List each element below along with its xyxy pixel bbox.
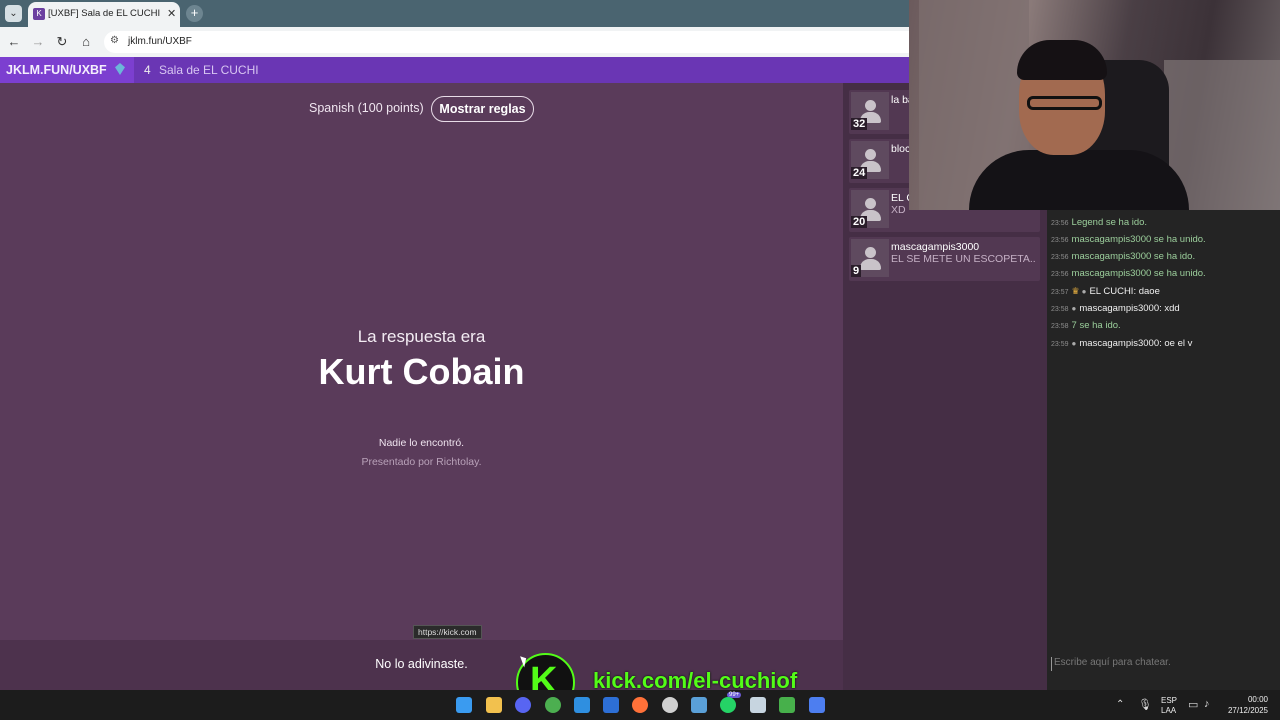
home-icon[interactable]: ⌂ <box>78 34 94 49</box>
whatsapp-icon[interactable] <box>720 697 736 713</box>
url-text[interactable]: jklm.fun/UXBF <box>128 36 192 47</box>
dictionary-label: Spanish (100 points) <box>309 101 424 115</box>
player-count: 4 <box>144 63 151 77</box>
address-bar[interactable]: ⚙ jklm.fun/UXBF <box>104 31 909 53</box>
keyboard-layout[interactable]: LAA <box>1161 706 1176 715</box>
user-icon: ● <box>1081 287 1087 296</box>
chrome-icon[interactable] <box>545 697 561 713</box>
answer-text: Kurt Cobain <box>318 351 525 392</box>
chat-message: 23:56 mascagampis3000 se ha unido. <box>1051 234 1206 245</box>
site-settings-icon[interactable]: ⚙ <box>110 35 119 46</box>
jklm-favicon-icon: K <box>33 8 45 20</box>
player-name: EL C <box>891 192 909 204</box>
chat-input[interactable]: Escribe aquí para chatear. <box>1051 657 1276 671</box>
network-icon[interactable]: ▭ <box>1188 698 1198 711</box>
chat-message: 23:57 ♛ ● EL CUCHI: daoe <box>1051 286 1160 297</box>
steam-icon[interactable] <box>750 697 766 713</box>
gem-icon <box>115 63 125 75</box>
obs-icon[interactable] <box>662 697 678 713</box>
chat-message: 23:56 Legend se ha ido. <box>1051 217 1148 228</box>
presented-by-text: Presentado por Richtolay. <box>361 456 482 468</box>
player-score: 9 <box>851 265 862 277</box>
back-icon[interactable]: ← <box>6 34 22 49</box>
game-panel: Spanish (100 points) Mostrar reglas La r… <box>0 83 843 640</box>
room-header: JKLM.FUN/UXBF 4 Sala de EL CUCHI <box>0 57 909 83</box>
chat-panel: 23:56 Legend se ha ido. 23:56 mascagampis3… <box>1047 210 1280 690</box>
chat-message: 23:56 mascagampis3000 se ha unido. <box>1051 268 1206 279</box>
browser-tab-strip: ⌄ K [UXBF] Sala de EL CUCHI ✕ + <box>0 0 909 27</box>
windows-taskbar: 99+ ⌃ 🎙 ESP LAA ▭ ♪ 00:00 27/12/2025 <box>0 690 1280 720</box>
user-icon: ● <box>1071 304 1077 313</box>
player-score: 20 <box>851 216 868 228</box>
terminal-icon[interactable] <box>779 697 795 713</box>
browser-toolbar: ← → ↻ ⌂ ⚙ jklm.fun/UXBF <box>0 27 909 57</box>
room-info: 4 Sala de EL CUCHI <box>134 57 909 83</box>
player-name: mascagampis3000 <box>891 241 980 253</box>
player-card[interactable]: 9 mascagampis3000 EL SE METE UN ESCOPETA… <box>849 237 1040 281</box>
room-code-link[interactable]: JKLM.FUN/UXBF <box>6 63 107 77</box>
discord-icon[interactable] <box>515 697 531 713</box>
show-rules-button[interactable]: Mostrar reglas <box>431 96 534 122</box>
player-last-message: EL SE METE UN ESCOPETA... <box>891 253 1036 265</box>
firefox-icon[interactable] <box>632 697 648 713</box>
virtualbox-icon[interactable] <box>603 697 619 713</box>
vscode-icon[interactable] <box>574 697 590 713</box>
link-tooltip: https://kick.com <box>413 625 482 639</box>
clock-time[interactable]: 00:00 <box>1226 695 1268 704</box>
room-name: Sala de EL CUCHI <box>159 63 259 77</box>
tray-chevron-icon[interactable]: ⌃ <box>1116 699 1124 710</box>
diamond-app-icon[interactable] <box>809 697 825 713</box>
volume-icon[interactable]: ♪ <box>1204 698 1210 710</box>
tab-close-icon[interactable]: ✕ <box>167 7 176 20</box>
nobody-found-text: Nadie lo encontró. <box>378 437 465 449</box>
chat-message: 23:59 ● mascagampis3000: oe el v <box>1051 338 1193 349</box>
reload-icon[interactable]: ↻ <box>54 34 70 50</box>
webcam-overlay <box>909 0 1280 210</box>
tab-title: [UXBF] Sala de EL CUCHI <box>48 8 161 19</box>
language-indicator[interactable]: ESP <box>1161 696 1177 705</box>
player-last-message: XD <box>891 204 906 216</box>
player-score: 32 <box>851 118 868 130</box>
player-name: la ba <box>891 94 909 106</box>
player-score: 24 <box>851 167 868 179</box>
chat-message: 23:58 7 se ha ido. <box>1051 320 1121 331</box>
player-name: bloc <box>891 143 909 155</box>
chat-message: 23:56 mascagampis3000 se ha ido. <box>1051 251 1196 262</box>
chat-message: 23:58 ● mascagampis3000: xdd <box>1051 303 1180 314</box>
new-tab-button[interactable]: + <box>186 5 203 22</box>
answer-prefix: La respuesta era <box>357 327 486 346</box>
clock-date[interactable]: 27/12/2025 <box>1222 706 1268 715</box>
tab-search-chevron-icon[interactable]: ⌄ <box>5 5 22 22</box>
forward-icon[interactable]: → <box>30 34 46 49</box>
ghost-icon[interactable] <box>691 697 707 713</box>
user-icon: ● <box>1071 339 1077 348</box>
windows-start-icon[interactable] <box>456 697 472 713</box>
file-explorer-icon[interactable] <box>486 697 502 713</box>
browser-tab[interactable]: K [UXBF] Sala de EL CUCHI ✕ <box>28 2 180 27</box>
crown-icon: ♛ <box>1071 286 1080 296</box>
microphone-icon[interactable]: 🎙 <box>1138 698 1152 711</box>
